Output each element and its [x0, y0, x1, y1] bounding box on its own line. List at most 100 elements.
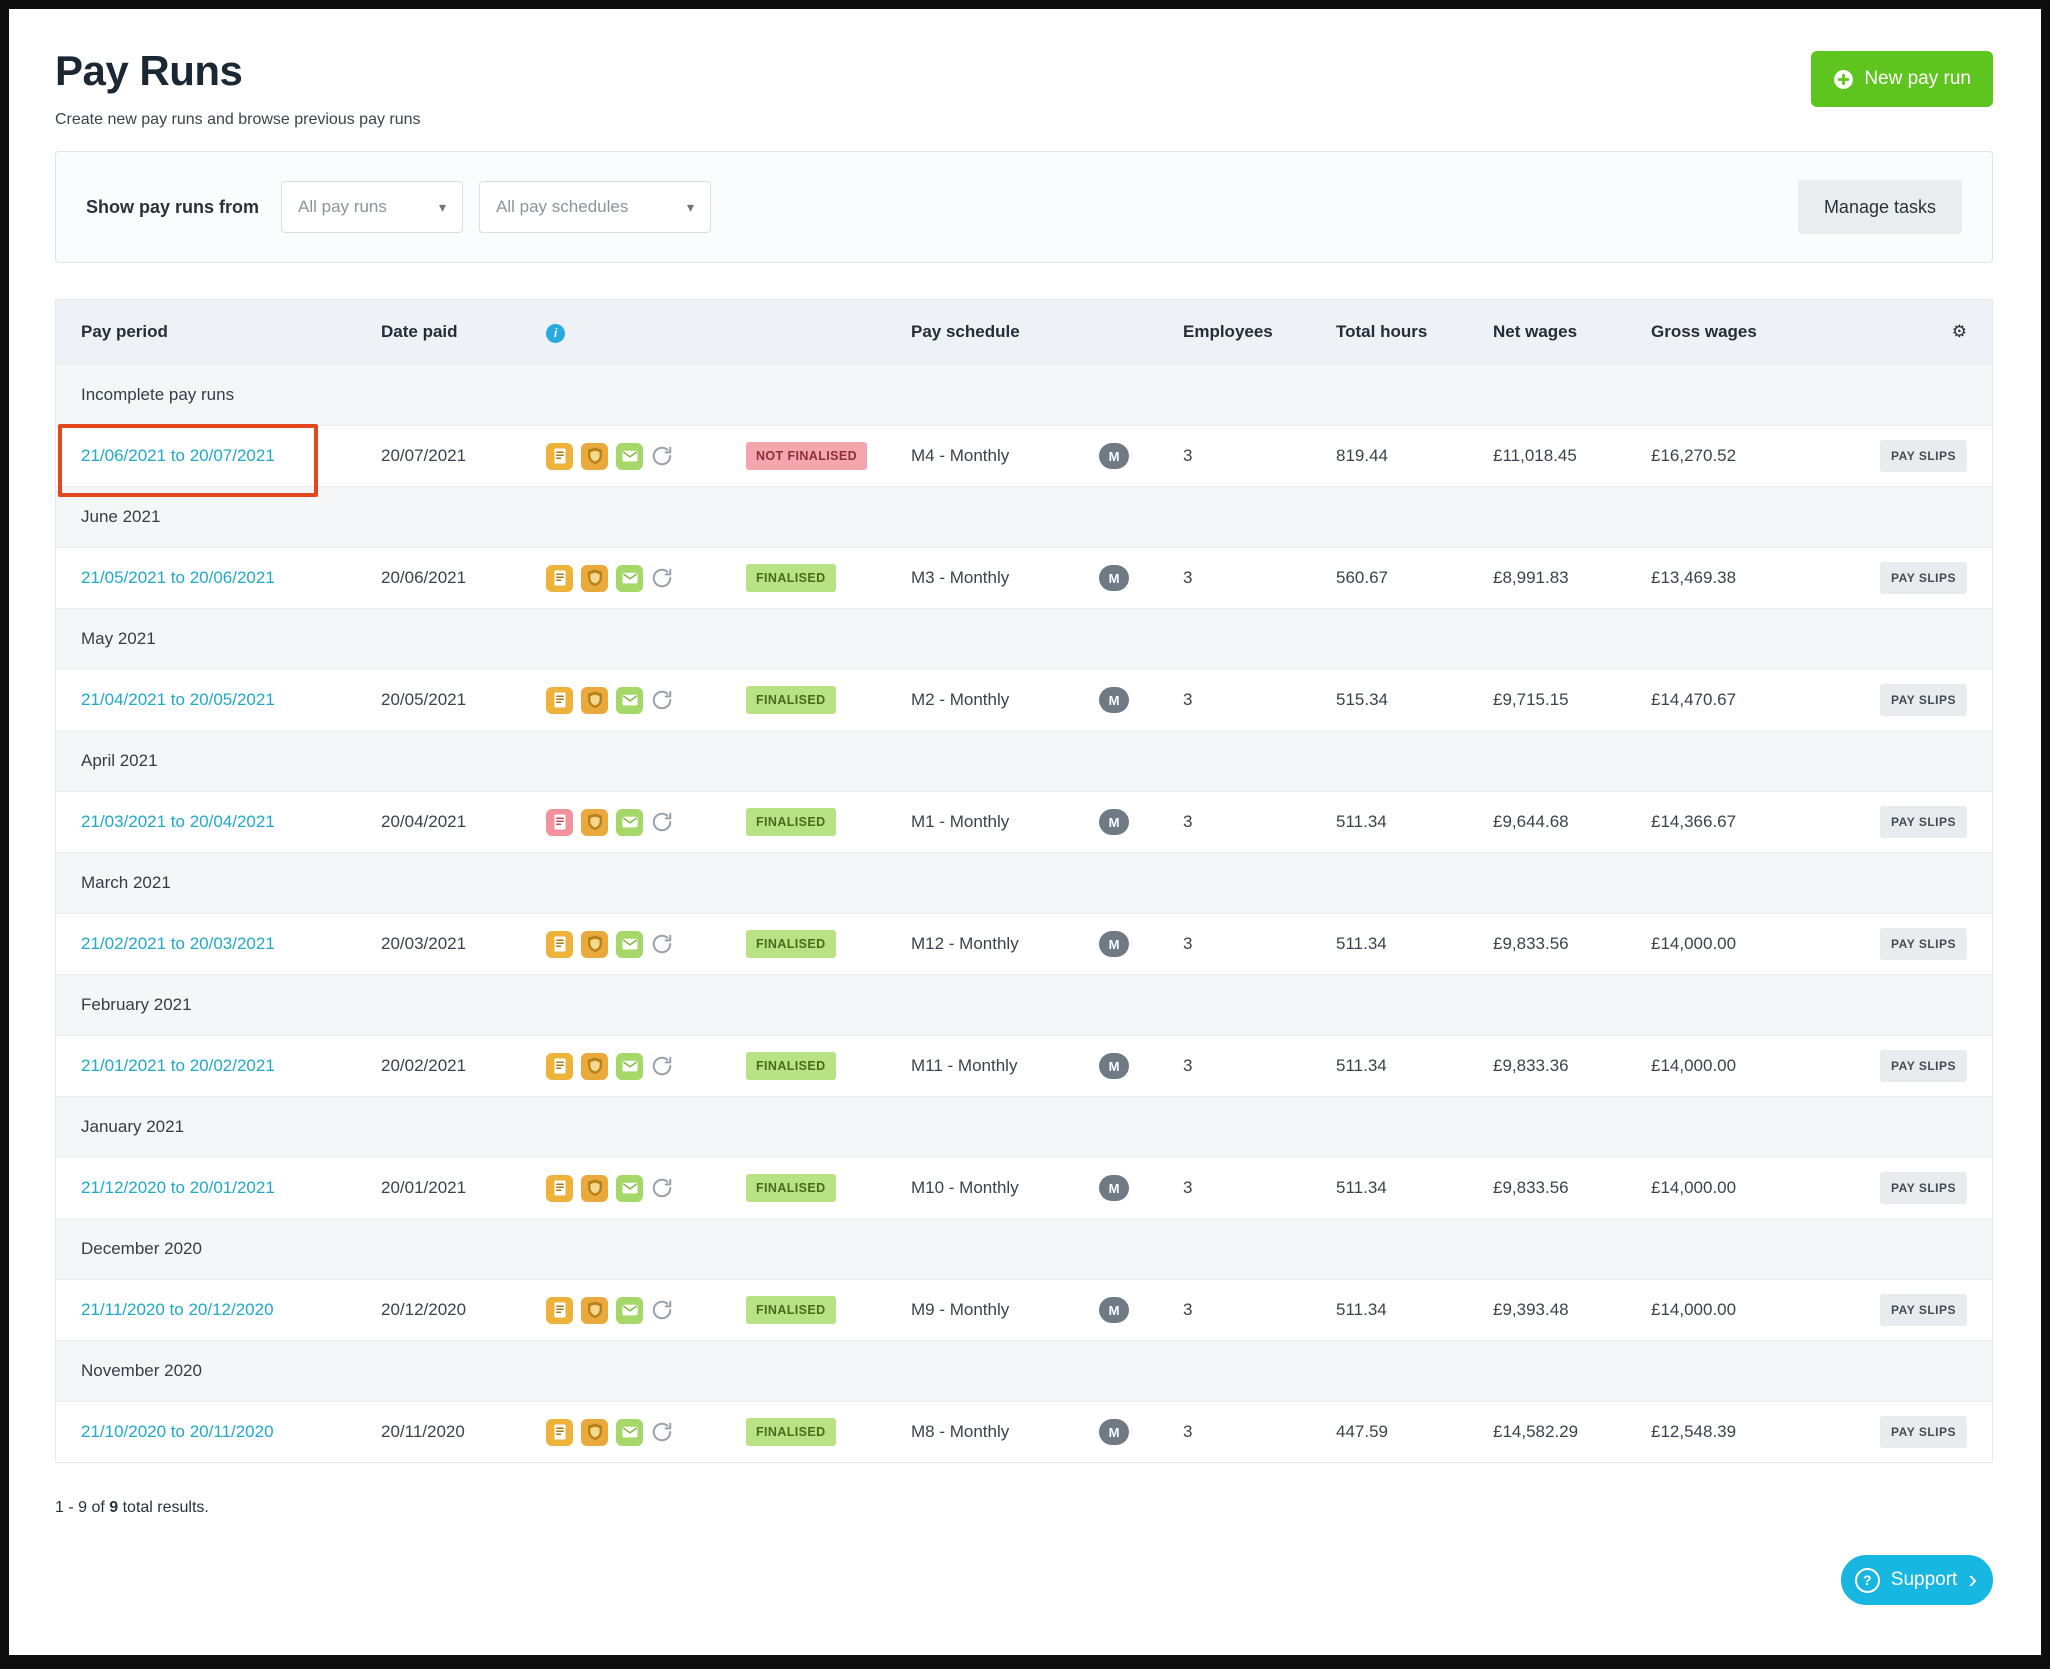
- group-label: March 2021: [81, 873, 171, 893]
- payslips-button[interactable]: PAY SLIPS: [1880, 1416, 1967, 1448]
- email-icon[interactable]: [616, 443, 643, 470]
- rerun-icon[interactable]: [651, 567, 673, 589]
- header-net-wages: Net wages: [1493, 322, 1651, 342]
- status-badge: FINALISED: [746, 1418, 836, 1446]
- pay-period-link[interactable]: 21/12/2020 to 20/01/2021: [81, 1178, 275, 1197]
- task-icons: [546, 687, 746, 714]
- status-badge: NOT FINALISED: [746, 442, 867, 470]
- shield-icon[interactable]: [581, 931, 608, 958]
- employees-cell: 3: [1183, 934, 1336, 954]
- employees-cell: 3: [1183, 1300, 1336, 1320]
- pay-period-link[interactable]: 21/01/2021 to 20/02/2021: [81, 1056, 275, 1075]
- payslips-button[interactable]: PAY SLIPS: [1880, 440, 1967, 472]
- payslip-icon[interactable]: [546, 809, 573, 836]
- payslip-icon[interactable]: [546, 931, 573, 958]
- payslip-icon[interactable]: [546, 687, 573, 714]
- group-label: February 2021: [81, 995, 192, 1015]
- total-hours-cell: 511.34: [1336, 1056, 1493, 1076]
- gross-wages-cell: £13,469.38: [1651, 568, 1823, 588]
- group-label: May 2021: [81, 629, 156, 649]
- payslip-icon[interactable]: [546, 1175, 573, 1202]
- rerun-icon[interactable]: [651, 1421, 673, 1443]
- date-paid-cell: 20/06/2021: [381, 568, 546, 588]
- rerun-icon[interactable]: [651, 811, 673, 833]
- shield-icon[interactable]: [581, 809, 608, 836]
- results-count: 9: [109, 1499, 118, 1516]
- email-icon[interactable]: [616, 1419, 643, 1446]
- pay-period-link[interactable]: 21/05/2021 to 20/06/2021: [81, 568, 275, 587]
- rerun-icon[interactable]: [651, 1177, 673, 1199]
- shield-icon[interactable]: [581, 1419, 608, 1446]
- status-cell: NOT FINALISED: [746, 442, 911, 470]
- pay-period-link[interactable]: 21/11/2020 to 20/12/2020: [81, 1300, 274, 1319]
- group-header-row: December 2020: [56, 1218, 1992, 1279]
- payslips-button[interactable]: PAY SLIPS: [1880, 684, 1967, 716]
- gross-wages-cell: £14,000.00: [1651, 934, 1823, 954]
- support-button[interactable]: ? Support ›: [1841, 1555, 1993, 1605]
- manage-tasks-button[interactable]: Manage tasks: [1798, 180, 1962, 234]
- group-header-row: June 2021: [56, 486, 1992, 547]
- pay-period-cell: 21/05/2021 to 20/06/2021: [81, 568, 381, 588]
- payslip-icon[interactable]: [546, 1053, 573, 1080]
- new-pay-run-button[interactable]: New pay run: [1811, 51, 1993, 107]
- net-wages-cell: £9,644.68: [1493, 812, 1651, 832]
- status-cell: FINALISED: [746, 930, 911, 958]
- pay-run-row: 21/01/2021 to 20/02/2021 20/02/2021 FINA…: [56, 1035, 1992, 1096]
- pay-period-link[interactable]: 21/04/2021 to 20/05/2021: [81, 690, 275, 709]
- email-icon[interactable]: [616, 1297, 643, 1324]
- rerun-icon[interactable]: [651, 933, 673, 955]
- pay-period-link[interactable]: 21/03/2021 to 20/04/2021: [81, 812, 275, 831]
- rerun-icon[interactable]: [651, 445, 673, 467]
- pay-schedule-cell: M1 - Monthly: [911, 812, 1099, 832]
- payslips-button[interactable]: PAY SLIPS: [1880, 806, 1967, 838]
- pay-runs-filter-select[interactable]: All pay runs ▾: [281, 181, 463, 233]
- group-header-row: Incomplete pay runs: [56, 364, 1992, 425]
- payslips-button[interactable]: PAY SLIPS: [1880, 928, 1967, 960]
- pay-period-cell: 21/06/2021 to 20/07/2021: [81, 446, 381, 466]
- email-icon[interactable]: [616, 1175, 643, 1202]
- rerun-icon[interactable]: [651, 1055, 673, 1077]
- payslip-icon[interactable]: [546, 1419, 573, 1446]
- pay-period-cell: 21/11/2020 to 20/12/2020: [81, 1300, 381, 1320]
- payslip-icon[interactable]: [546, 565, 573, 592]
- email-icon[interactable]: [616, 1053, 643, 1080]
- payslips-button[interactable]: PAY SLIPS: [1880, 1294, 1967, 1326]
- employees-cell: 3: [1183, 1178, 1336, 1198]
- payslips-button[interactable]: PAY SLIPS: [1880, 1172, 1967, 1204]
- schedule-badge: M: [1099, 1175, 1129, 1201]
- pay-schedules-filter-select[interactable]: All pay schedules ▾: [479, 181, 711, 233]
- shield-icon[interactable]: [581, 1175, 608, 1202]
- payslip-icon[interactable]: [546, 443, 573, 470]
- info-icon[interactable]: i: [546, 324, 565, 343]
- status-cell: FINALISED: [746, 1418, 911, 1446]
- shield-icon[interactable]: [581, 443, 608, 470]
- email-icon[interactable]: [616, 565, 643, 592]
- shield-icon[interactable]: [581, 1053, 608, 1080]
- pay-period-link[interactable]: 21/06/2021 to 20/07/2021: [81, 446, 275, 465]
- payslips-button[interactable]: PAY SLIPS: [1880, 562, 1967, 594]
- pay-run-row: 21/11/2020 to 20/12/2020 20/12/2020 FINA…: [56, 1279, 1992, 1340]
- payslips-button[interactable]: PAY SLIPS: [1880, 1050, 1967, 1082]
- email-icon[interactable]: [616, 809, 643, 836]
- task-icons: [546, 1053, 746, 1080]
- shield-icon[interactable]: [581, 1297, 608, 1324]
- pay-runs-page: Pay Runs Create new pay runs and browse …: [9, 9, 2041, 1655]
- pay-schedule-cell: M4 - Monthly: [911, 446, 1099, 466]
- email-icon[interactable]: [616, 687, 643, 714]
- status-cell: FINALISED: [746, 1052, 911, 1080]
- total-hours-cell: 511.34: [1336, 1178, 1493, 1198]
- pay-period-link[interactable]: 21/10/2020 to 20/11/2020: [81, 1422, 274, 1441]
- email-icon[interactable]: [616, 931, 643, 958]
- chevron-down-icon: ▾: [439, 199, 446, 216]
- rerun-icon[interactable]: [651, 1299, 673, 1321]
- payslips-cell: PAY SLIPS: [1880, 684, 1967, 716]
- shield-icon[interactable]: [581, 565, 608, 592]
- group-header-row: March 2021: [56, 852, 1992, 913]
- gear-icon[interactable]: ⚙: [1952, 324, 1967, 341]
- rerun-icon[interactable]: [651, 689, 673, 711]
- date-paid-cell: 20/12/2020: [381, 1300, 546, 1320]
- payslip-icon[interactable]: [546, 1297, 573, 1324]
- shield-icon[interactable]: [581, 687, 608, 714]
- pay-schedule-cell: M2 - Monthly: [911, 690, 1099, 710]
- pay-period-link[interactable]: 21/02/2021 to 20/03/2021: [81, 934, 275, 953]
